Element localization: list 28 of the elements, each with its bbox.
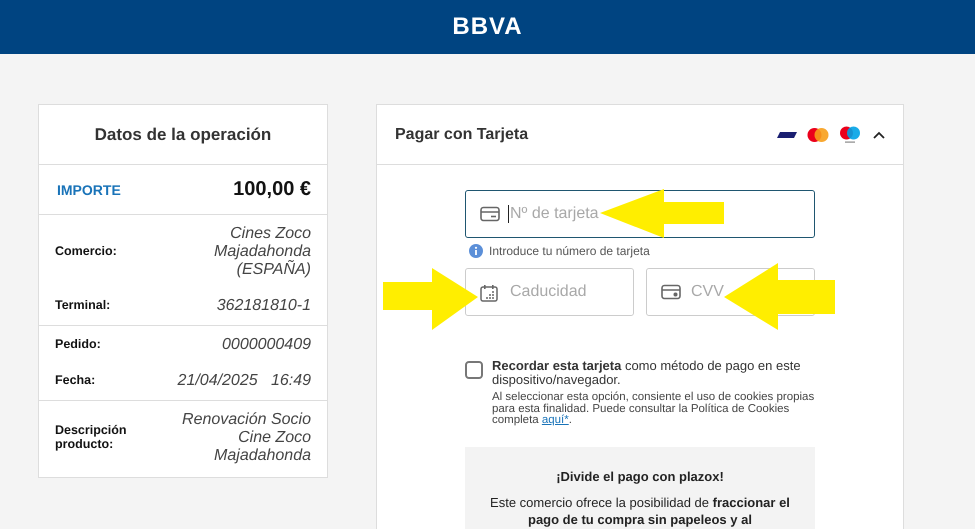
section-title: Pagar con Tarjeta bbox=[395, 126, 530, 144]
credit-card-icon bbox=[480, 206, 500, 222]
detail-value: Cines Zoco Majadahonda (ESPAÑA) bbox=[213, 225, 311, 279]
card-cvv-icon bbox=[661, 284, 681, 300]
promo-text: Este comercio ofrece la posibilidad de fraccionar el pago de tu compra sin papeleos y al bbox=[489, 494, 791, 528]
detail-value: Renovación Socio Cine Zoco Majadahonda bbox=[181, 411, 311, 465]
detail-value: 0000000409 bbox=[222, 336, 311, 354]
detail-label: Fecha: bbox=[55, 374, 96, 388]
detail-value: 362181810-1 bbox=[216, 297, 311, 315]
mastercard-logo bbox=[807, 126, 829, 142]
maestro-logo bbox=[839, 126, 861, 144]
checkbox[interactable] bbox=[465, 361, 483, 379]
promo-title: ¡Divide el pago con plazox! bbox=[555, 468, 725, 484]
amount-label: IMPORTE bbox=[57, 182, 121, 198]
logo: BBVA bbox=[452, 13, 523, 41]
cookie-note: Al seleccionar esta opción, consiente el uso de cookies propias para esta finalidad. Puede consultar la Política de Cookies completa aquí*. bbox=[492, 392, 815, 426]
checkbox-label: Recordar esta tarjeta como método de pago en este dispositivo/navegador. bbox=[492, 359, 802, 387]
detail-label: Comercio: bbox=[55, 245, 117, 259]
info-icon bbox=[469, 244, 483, 258]
hint-text: Introduce tu número de tarjeta bbox=[489, 244, 650, 258]
calendar-icon bbox=[480, 284, 498, 302]
detail-label: Pedido: bbox=[55, 338, 101, 352]
detail-value: 21/04/2025 16:49 bbox=[178, 372, 311, 390]
detail-label: Descripción producto: bbox=[55, 424, 128, 452]
amount: 100,00 € bbox=[233, 178, 311, 201]
cookies-link[interactable]: aquí* bbox=[542, 414, 569, 426]
card-title: Datos de la operación bbox=[94, 124, 272, 144]
detail-label: Terminal: bbox=[55, 299, 110, 313]
